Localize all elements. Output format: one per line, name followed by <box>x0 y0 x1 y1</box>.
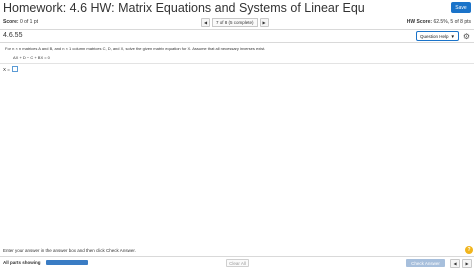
score: Score: 0 of 1 pt <box>3 19 38 25</box>
divider <box>0 63 474 64</box>
triangle-left-icon: ◀ <box>203 20 208 25</box>
parts-progress-bar <box>46 260 88 265</box>
triangle-left-icon: ◀ <box>453 261 457 266</box>
question-help-button[interactable]: Question Help ▼ <box>416 31 459 41</box>
question-help-label: Question Help <box>420 33 449 39</box>
hw-score-value: 62.5%, 5 of 8 pts <box>433 19 471 25</box>
check-answer-button[interactable]: Check Answer <box>406 259 445 267</box>
title-bar: Homework: 4.6 HW: Matrix Equations and S… <box>0 0 474 16</box>
clear-all-button[interactable]: Clear All <box>226 259 249 267</box>
triangle-right-icon: ▶ <box>262 20 266 25</box>
question-navigator: ◀ 7 of 8 (5 complete) ▶ <box>201 18 269 27</box>
bottom-next-button[interactable]: ▶ <box>462 259 472 268</box>
hw-score: HW Score: 62.5%, 5 of 8 pts <box>407 19 471 25</box>
parts-showing-label: All parts showing <box>3 260 41 265</box>
answer-label: X = <box>3 66 10 72</box>
save-button[interactable]: Save <box>451 2 471 13</box>
hw-score-label: HW Score: <box>406 19 433 25</box>
answer-hint: Enter your answer in the answer box and … <box>3 248 136 253</box>
score-bar: Score: 0 of 1 pt ◀ 7 of 8 (5 complete) ▶… <box>0 17 474 28</box>
score-value: 0 of 1 pt <box>19 19 39 25</box>
bottom-bar: All parts showing Clear All Check Answer… <box>0 256 474 269</box>
bottom-previous-button[interactable]: ◀ <box>450 259 460 268</box>
page-title: Homework: 4.6 HW: Matrix Equations and S… <box>3 1 365 15</box>
triangle-right-icon: ▶ <box>465 261 469 266</box>
help-question-icon[interactable]: ? <box>465 246 473 254</box>
question-status-dropdown[interactable]: 7 of 8 (5 complete) <box>212 18 258 27</box>
question-number: 4.6.55 <box>3 32 23 39</box>
score-label: Score: <box>3 19 19 25</box>
question-instruction: For n × n matrices A and B, and n × 1 co… <box>5 46 266 51</box>
matrix-equation: AX + D − C + BX = 0 <box>13 55 50 60</box>
caret-down-icon: ▼ <box>450 33 455 39</box>
answer-row: X = <box>3 66 18 72</box>
next-question-button[interactable]: ▶ <box>259 18 269 27</box>
previous-question-button[interactable]: ◀ <box>201 18 210 27</box>
gear-icon[interactable]: ⚙ <box>462 32 471 41</box>
question-header: 4.6.55 Question Help ▼ ⚙ <box>0 29 474 43</box>
answer-input[interactable] <box>11 66 18 72</box>
parts-progress-fill <box>46 260 88 265</box>
